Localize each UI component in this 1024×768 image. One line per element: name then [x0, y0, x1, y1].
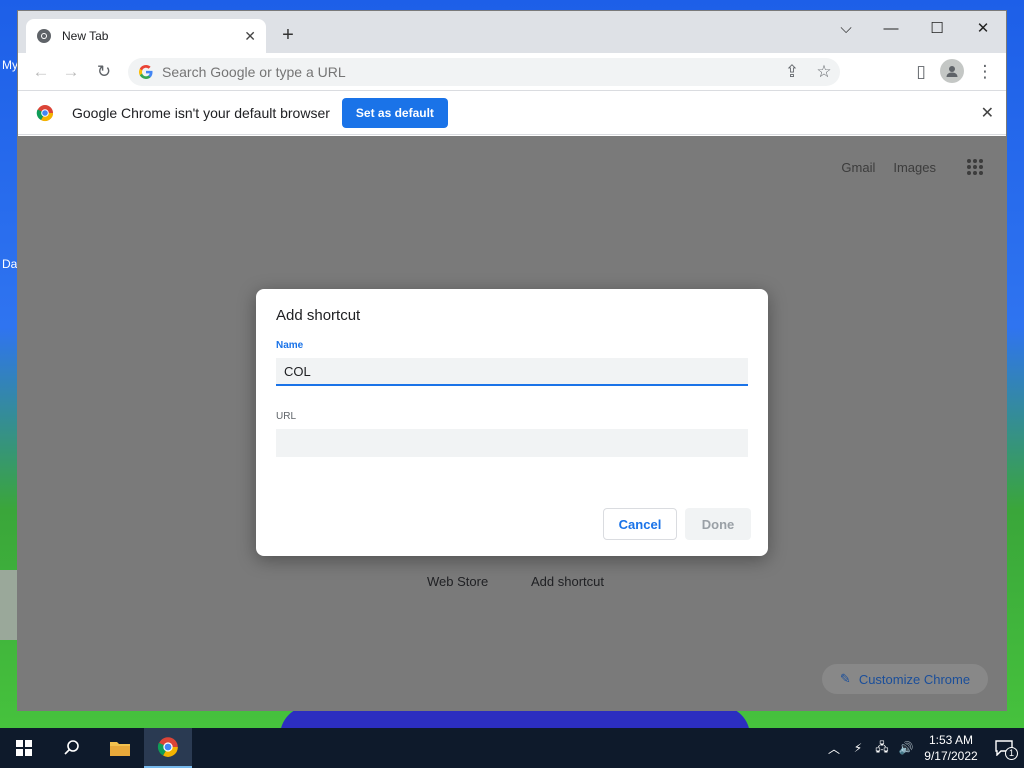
add-shortcut-dialog: Add shortcut Name URL Cancel Done: [256, 289, 768, 556]
notification-count-badge: 1: [1005, 747, 1018, 760]
done-button[interactable]: Done: [685, 508, 751, 540]
clock-time: 1:53 AM: [928, 733, 974, 747]
google-apps-icon[interactable]: [966, 158, 984, 176]
url-label: URL: [276, 411, 297, 422]
windows-taskbar: ︿ ⚡ 🖧 🔊 1:53 AM 9/17/2022 1: [0, 728, 1024, 768]
search-button[interactable]: [48, 728, 96, 768]
wallpaper-shape: [0, 570, 18, 640]
chrome-icon: [37, 29, 51, 43]
maximize-button[interactable]: ☐: [914, 15, 960, 43]
gmail-link[interactable]: Gmail: [841, 160, 875, 175]
shortcut-add-shortcut[interactable]: Add shortcut: [531, 574, 604, 589]
images-link[interactable]: Images: [893, 160, 936, 175]
pencil-icon: ✎: [839, 671, 851, 686]
url-field[interactable]: [276, 429, 748, 457]
share-icon[interactable]: ⇪: [776, 59, 808, 85]
start-button[interactable]: [0, 728, 48, 768]
tab-title: New Tab: [62, 29, 109, 43]
show-hidden-icons-chevron-icon[interactable]: ︿: [822, 728, 846, 768]
windows-logo-icon: [16, 740, 32, 756]
reload-button[interactable]: ↻: [91, 59, 117, 85]
chrome-taskbar-button[interactable]: [144, 728, 192, 768]
system-tray: ︿ ⚡ 🖧 🔊 1:53 AM 9/17/2022 1: [822, 728, 1024, 768]
minimize-button[interactable]: —: [868, 15, 914, 43]
shortcut-web-store[interactable]: Web Store: [427, 574, 488, 589]
notifications-button[interactable]: 1: [984, 728, 1024, 768]
cancel-button[interactable]: Cancel: [603, 508, 677, 540]
clock-date: 9/17/2022: [924, 749, 978, 763]
chrome-logo-icon: [36, 104, 54, 121]
customize-label: Customize Chrome: [858, 671, 971, 687]
folder-icon: [110, 742, 130, 756]
dialog-title: Add shortcut: [276, 307, 361, 324]
clock[interactable]: 1:53 AM 9/17/2022: [918, 732, 984, 764]
file-explorer-button[interactable]: [96, 728, 144, 768]
desktop-icon-label[interactable]: Da: [2, 257, 17, 271]
title-bar: New Tab ✕ + ⌵ — ☐ ✕: [18, 11, 1006, 53]
new-tab-button[interactable]: +: [276, 23, 300, 47]
volume-icon[interactable]: 🔊: [894, 728, 918, 768]
forward-button[interactable]: →: [58, 59, 84, 85]
set-as-default-button[interactable]: Set as default: [341, 97, 448, 128]
close-window-button[interactable]: ✕: [960, 15, 1006, 43]
power-plug-icon[interactable]: ⚡: [846, 728, 870, 768]
search-icon: [64, 740, 79, 755]
chrome-icon: [157, 737, 178, 757]
person-icon: [946, 66, 958, 77]
customize-chrome-button[interactable]: ✎ Customize Chrome: [822, 664, 988, 694]
omnibox-actions: ⇪ ☆: [776, 58, 840, 86]
bookmark-star-icon[interactable]: ☆: [808, 59, 840, 85]
tab-search-icon[interactable]: ⌵: [823, 15, 869, 43]
google-g-icon: [139, 65, 153, 79]
desktop-icon-label[interactable]: My: [2, 58, 18, 72]
omnibox-input[interactable]: [162, 64, 802, 80]
infobar-message: Google Chrome isn't your default browser: [72, 104, 330, 121]
tab-new-tab[interactable]: New Tab ✕: [26, 19, 266, 53]
network-icon[interactable]: 🖧: [870, 728, 894, 768]
back-button[interactable]: ←: [28, 59, 54, 85]
name-field[interactable]: [276, 358, 748, 386]
default-browser-infobar: Google Chrome isn't your default browser…: [18, 91, 1006, 135]
side-panel-icon[interactable]: ▯: [908, 59, 934, 85]
ntp-top-links: Gmail Images: [841, 160, 936, 175]
tab-close-icon[interactable]: ✕: [244, 28, 256, 45]
browser-toolbar: ← → ↻ ⇪ ☆ ▯ ⋮: [18, 53, 1006, 91]
profile-avatar[interactable]: [940, 59, 964, 83]
menu-kebab-icon[interactable]: ⋮: [972, 59, 998, 85]
name-label: Name: [276, 340, 304, 351]
infobar-close-icon[interactable]: ✕: [981, 103, 994, 123]
address-bar[interactable]: ⇪ ☆: [128, 58, 840, 86]
